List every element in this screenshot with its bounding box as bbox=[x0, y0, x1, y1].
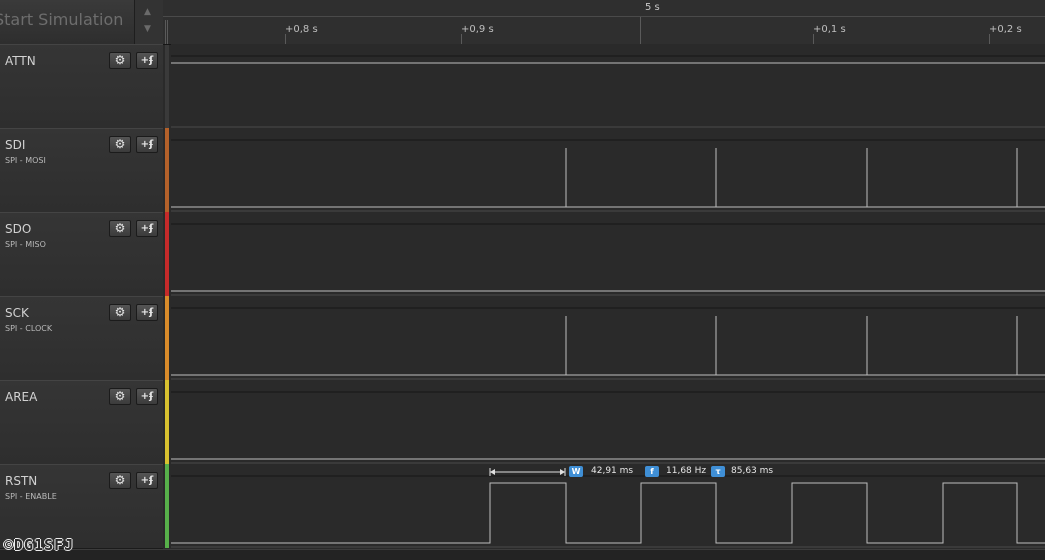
gear-icon[interactable]: ⚙ bbox=[109, 52, 131, 69]
start-simulation-button[interactable]: Start Simulation bbox=[0, 10, 123, 29]
ruler-tick bbox=[813, 34, 814, 44]
width-badge-icon: W bbox=[569, 466, 583, 477]
tick-label: +0,2 s bbox=[989, 24, 1022, 35]
tick-label: +0,1 s bbox=[813, 24, 846, 35]
channel-color-sck bbox=[165, 296, 169, 380]
channel-row-attn[interactable]: ATTN ⚙ +ʄ bbox=[0, 44, 163, 129]
channel-color-area bbox=[165, 380, 169, 464]
ruler-start-marker-2 bbox=[165, 20, 166, 44]
ruler-major-tick bbox=[640, 17, 641, 44]
gear-icon[interactable]: ⚙ bbox=[109, 136, 131, 153]
trigger-icon[interactable]: +ʄ bbox=[136, 220, 158, 237]
trigger-icon[interactable]: +ʄ bbox=[136, 304, 158, 321]
frequency-badge-icon: f bbox=[645, 466, 659, 477]
chevron-down-icon[interactable]: ▼ bbox=[144, 24, 151, 34]
channel-name: AREA bbox=[5, 390, 38, 404]
measurement-bar: W 42,91 ms f 11,68 Hz τ 85,63 ms bbox=[0, 465, 1045, 479]
wave-lane-bg bbox=[171, 212, 1045, 296]
tick-label: +0,9 s bbox=[461, 24, 494, 35]
wave-lane-bg bbox=[171, 296, 1045, 380]
tick-label: +0,8 s bbox=[285, 24, 318, 35]
simulation-stepper[interactable]: ▲ ▼ bbox=[134, 0, 164, 44]
channel-subtitle: SPI - MISO bbox=[5, 240, 46, 249]
horizontal-scrollbar[interactable] bbox=[0, 549, 1045, 560]
channel-subtitle: SPI - CLOCK bbox=[5, 324, 53, 333]
channel-name: SCK bbox=[5, 306, 29, 320]
ruler-divider bbox=[163, 16, 1045, 17]
trigger-icon[interactable]: +ʄ bbox=[136, 388, 158, 405]
trigger-icon[interactable]: +ʄ bbox=[136, 52, 158, 69]
frequency-value: 11,68 Hz bbox=[666, 466, 707, 476]
chevron-up-icon[interactable]: ▲ bbox=[144, 7, 151, 17]
channel-color-attn bbox=[165, 44, 169, 128]
channel-row-sck[interactable]: SCK SPI - CLOCK ⚙ +ʄ bbox=[0, 296, 163, 381]
channel-name: SDO bbox=[5, 222, 32, 236]
ruler-start-marker bbox=[167, 20, 168, 44]
gear-icon[interactable]: ⚙ bbox=[109, 220, 131, 237]
pulse-width-arrow bbox=[489, 468, 566, 476]
pulse-width-value: 42,91 ms bbox=[591, 466, 634, 476]
channel-name: ATTN bbox=[5, 54, 36, 68]
ruler-tick bbox=[989, 34, 990, 44]
gear-icon[interactable]: ⚙ bbox=[109, 388, 131, 405]
ruler-title: 5 s bbox=[645, 2, 660, 13]
channel-row-sdo[interactable]: SDO SPI - MISO ⚙ +ʄ bbox=[0, 212, 163, 297]
time-ruler[interactable]: 5 s +0,8 s +0,9 s +0,1 s +0,2 s bbox=[163, 0, 1045, 45]
simulation-header[interactable]: Start Simulation ▲ ▼ bbox=[0, 0, 164, 45]
ruler-tick bbox=[461, 34, 462, 44]
watermark: ©DG1SFJ bbox=[4, 536, 75, 554]
channel-subtitle: SPI - ENABLE bbox=[5, 492, 57, 501]
channel-color-sdi bbox=[165, 128, 169, 212]
channel-color-sdo bbox=[165, 212, 169, 296]
wave-lane-bg bbox=[171, 128, 1045, 212]
wave-lane-bg bbox=[171, 44, 1045, 128]
period-badge-icon: τ bbox=[711, 466, 725, 477]
period-value: 85,63 ms bbox=[731, 466, 774, 476]
channel-subtitle: SPI - MOSI bbox=[5, 156, 46, 165]
ruler-tick bbox=[285, 34, 286, 44]
channel-name: SDI bbox=[5, 138, 26, 152]
wave-lane-bg bbox=[171, 380, 1045, 464]
channel-row-sdi[interactable]: SDI SPI - MOSI ⚙ +ʄ bbox=[0, 128, 163, 213]
trigger-icon[interactable]: +ʄ bbox=[136, 136, 158, 153]
gear-icon[interactable]: ⚙ bbox=[109, 304, 131, 321]
channel-row-area[interactable]: AREA ⚙ +ʄ bbox=[0, 380, 163, 465]
